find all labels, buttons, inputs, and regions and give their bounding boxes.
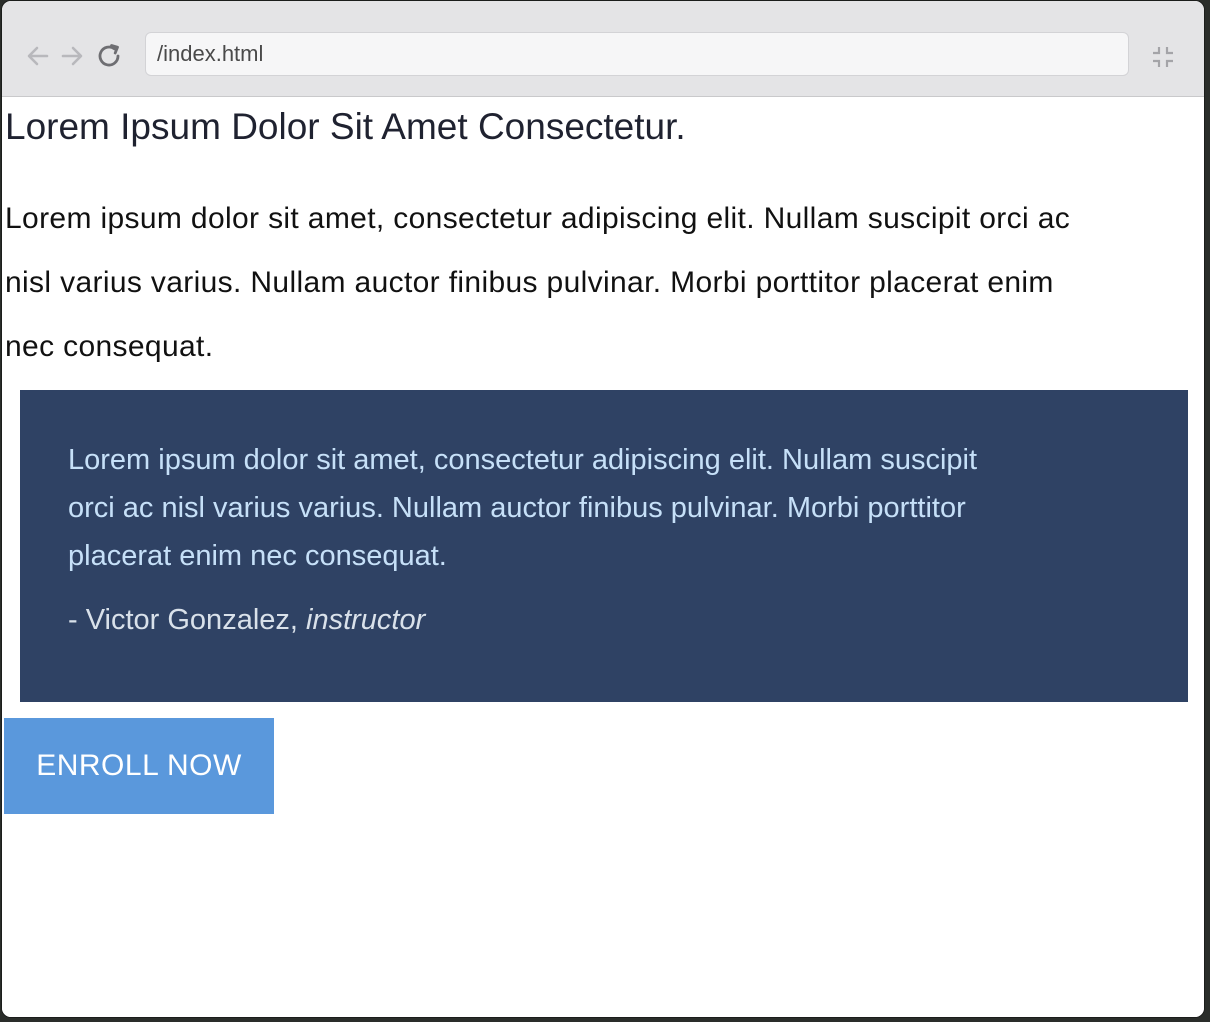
reload-button[interactable]: [95, 41, 123, 71]
browser-window: /index.html Lorem Ipsum Dolor Sit Amet C…: [2, 1, 1204, 1017]
testimonial-quote: Lorem ipsum dolor sit amet, consectetur …: [20, 390, 1188, 702]
intro-line: Lorem ipsum dolor sit amet, consectetur …: [5, 202, 1071, 235]
collapse-button[interactable]: [1149, 43, 1177, 71]
quote-attribution: - Victor Gonzalez, instructor: [68, 600, 1140, 640]
intro-line: nec consequat.: [5, 330, 214, 363]
enroll-now-button[interactable]: ENROLL NOW: [4, 718, 274, 814]
page-content: Lorem Ipsum Dolor Sit Amet Consectetur. …: [2, 97, 1204, 1017]
collapse-icon: [1153, 47, 1173, 67]
intro-line: nisl varius varius. Nullam auctor finibu…: [5, 266, 1054, 299]
back-button[interactable]: [24, 41, 52, 71]
quote-text: Lorem ipsum dolor sit amet, consectetur …: [68, 436, 1140, 580]
reload-icon: [98, 44, 120, 67]
browser-toolbar: /index.html: [2, 1, 1204, 97]
page-title: Lorem Ipsum Dolor Sit Amet Consectetur.: [5, 106, 686, 147]
intro-paragraph: Lorem ipsum dolor sit amet, consectetur …: [5, 187, 1204, 379]
quote-author-name: - Victor Gonzalez,: [68, 604, 307, 636]
arrow-right-icon: [61, 46, 83, 66]
address-bar[interactable]: /index.html: [145, 32, 1129, 76]
address-text: /index.html: [157, 41, 264, 66]
quote-line: orci ac nisl varius varius. Nullam aucto…: [68, 492, 966, 524]
arrow-left-icon: [27, 46, 49, 66]
quote-author-role: instructor: [306, 604, 426, 636]
forward-button[interactable]: [58, 41, 86, 71]
quote-line: placerat enim nec consequat.: [68, 540, 447, 572]
quote-line: Lorem ipsum dolor sit amet, consectetur …: [68, 444, 978, 476]
